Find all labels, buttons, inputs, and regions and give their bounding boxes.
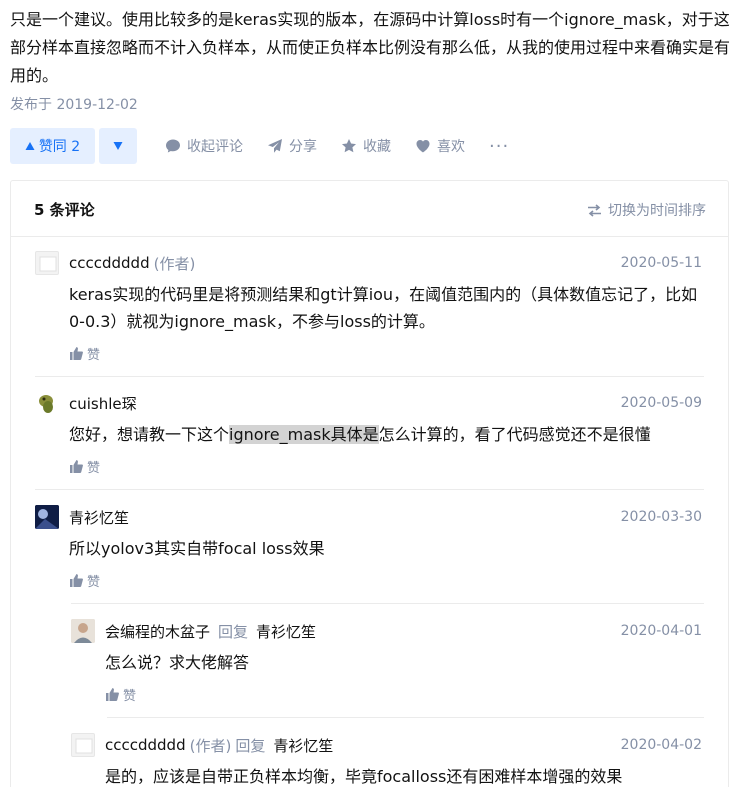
comment-meta: 青衫忆笙 — [69, 505, 129, 529]
thumbs-up-icon — [70, 574, 83, 587]
like-label: 喜欢 — [437, 139, 465, 155]
reply-date: 2020-04-02 — [620, 737, 702, 753]
avatar[interactable] — [35, 505, 59, 529]
comment-date: 2020-03-30 — [620, 509, 702, 525]
reply-date: 2020-04-01 — [620, 623, 702, 639]
reply-word: 回复 — [218, 622, 249, 641]
reply-word: 回复 — [235, 736, 266, 755]
thumbs-up-icon — [70, 347, 83, 360]
collapse-comments-button[interactable]: 收起评论 — [165, 136, 243, 156]
answer-action-bar: 赞同 2 收起评论 分享 收藏 喜欢 ··· — [10, 128, 509, 164]
highlighted-text: ignore_mask具体是 — [229, 425, 379, 444]
reply-to-user[interactable]: 青衫忆笙 — [256, 621, 316, 642]
answer-content: 只是一个建议。使用比较多的是keras实现的版本，在源码中计算loss时有一个i… — [10, 10, 731, 85]
comment-divider — [71, 603, 704, 604]
comment-text: keras实现的代码里是将预测结果和gt计算iou，在阈值范围内的（具体数值忘记… — [69, 285, 698, 331]
avatar[interactable] — [35, 391, 59, 415]
comment-author[interactable]: ccccddddd — [69, 254, 150, 272]
vote-up-button[interactable]: 赞同 2 — [10, 128, 95, 164]
reply-text: 是的，应该是自带正负样本均衡，毕竟focalloss还有困难样本增强的效果 — [105, 767, 623, 786]
star-icon — [342, 139, 356, 153]
reply-to-user[interactable]: 青衫忆笙 — [273, 735, 333, 756]
comment-date: 2020-05-11 — [620, 255, 702, 271]
avatar[interactable] — [71, 619, 95, 643]
comment-like-button[interactable]: 赞 — [69, 571, 100, 590]
comments-count: 5 条评论 — [34, 201, 95, 219]
share-button[interactable]: 分享 — [267, 136, 317, 156]
swap-icon — [588, 203, 601, 217]
reply-author[interactable]: 会编程的木盆子 — [105, 621, 210, 642]
triangle-down-icon — [113, 142, 123, 150]
reply-like-button[interactable]: 赞 — [105, 685, 136, 704]
comment-author[interactable]: 青衫忆笙 — [69, 507, 129, 528]
comment-text: 所以yolov3其实自带focal loss效果 — [69, 539, 325, 558]
comments-panel: 5 条评论 切换为时间排序 ccccddddd (作者) 2020-05-11 … — [10, 180, 729, 787]
author-tag: (作者) — [153, 254, 196, 273]
reply-text: 怎么说？求大佬解答 — [105, 653, 250, 672]
comment-text-part: 怎么计算的，看了代码感觉还不是很懂 — [378, 425, 651, 444]
thumbs-up-icon — [70, 460, 83, 473]
like-button[interactable]: 喜欢 — [415, 136, 465, 156]
share-label: 分享 — [289, 139, 317, 155]
reply-meta: 会编程的木盆子 回复 青衫忆笙 — [105, 619, 316, 643]
reply-author[interactable]: ccccddddd — [105, 736, 186, 754]
sort-toggle-button[interactable]: 切换为时间排序 — [587, 200, 706, 220]
favorite-button[interactable]: 收藏 — [341, 136, 391, 156]
collapse-comments-label: 收起评论 — [187, 139, 243, 155]
vote-up-label: 赞同 2 — [38, 139, 81, 155]
reply-divider — [107, 717, 704, 718]
thumbs-up-icon — [106, 688, 119, 701]
avatar[interactable] — [71, 733, 95, 757]
comment-author[interactable]: cuishle琛 — [69, 393, 137, 414]
favorite-label: 收藏 — [363, 139, 391, 155]
comment-text: 您好，想请教一下这个ignore_mask具体是怎么计算的，看了代码感觉还不是很… — [69, 421, 709, 448]
reply-like-label: 赞 — [123, 689, 137, 704]
comment-meta: ccccddddd (作者) — [69, 251, 195, 275]
vote-down-button[interactable] — [99, 128, 137, 164]
comment-like-label: 赞 — [87, 461, 101, 476]
sort-toggle-label: 切换为时间排序 — [608, 203, 706, 219]
publish-date[interactable]: 发布于 2019-12-02 — [10, 94, 138, 114]
author-tag: (作者) — [189, 736, 232, 755]
comment-like-button[interactable]: 赞 — [69, 457, 100, 476]
comment-divider — [35, 489, 704, 490]
avatar[interactable] — [35, 251, 59, 275]
comment-divider — [35, 376, 704, 377]
paper-plane-icon — [268, 139, 282, 153]
comment-like-label: 赞 — [87, 348, 101, 363]
comment-text-part: 您好，想请教一下这个 — [69, 425, 230, 444]
comment-like-label: 赞 — [87, 575, 101, 590]
triangle-up-icon — [25, 142, 35, 150]
comment-meta: cuishle琛 — [69, 391, 137, 415]
more-options-button[interactable]: ··· — [489, 136, 509, 157]
comment-icon — [166, 139, 180, 153]
heart-icon — [416, 140, 430, 153]
comment-date: 2020-05-09 — [620, 395, 702, 411]
comment-like-button[interactable]: 赞 — [69, 344, 100, 363]
comments-header: 5 条评论 切换为时间排序 — [11, 181, 728, 237]
reply-meta: ccccddddd (作者) 回复 青衫忆笙 — [105, 733, 333, 757]
